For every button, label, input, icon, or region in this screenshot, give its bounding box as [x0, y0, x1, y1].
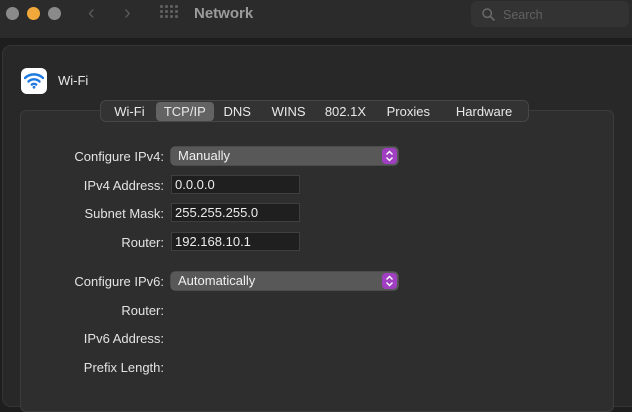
chevron-right-icon: › — [124, 2, 131, 24]
tab-tcp-ip[interactable]: TCP/IP — [155, 102, 214, 121]
subnet-mask-field[interactable]: 255.255.255.0 — [171, 203, 300, 222]
tab-proxies[interactable]: Proxies — [374, 102, 442, 121]
tab-802-1x[interactable]: 802.1X — [317, 102, 375, 121]
ipv4-router-value: 192.168.10.1 — [175, 234, 251, 249]
ipv6-address-label: IPv6 Address: — [83, 331, 164, 346]
tab-bar: Wi-Fi TCP/IP DNS WINS 802.1X Proxies Har… — [100, 100, 529, 122]
ipv4-router-field[interactable]: 192.168.10.1 — [171, 232, 300, 251]
ipv4-address-label: IPv4 Address: — [83, 178, 164, 193]
minimize-window-button[interactable] — [27, 7, 40, 20]
close-window-button[interactable] — [6, 7, 19, 20]
prefix-length-label: Prefix Length: — [83, 360, 164, 375]
up-down-chevron-icon — [382, 273, 397, 289]
configure-ipv4-value: Manually — [178, 148, 231, 163]
configure-ipv4-popup[interactable]: Manually — [171, 147, 398, 165]
title-bar: ‹ › Network — [0, 0, 632, 38]
show-all-grid-icon[interactable] — [160, 5, 178, 21]
search-field[interactable] — [471, 1, 629, 27]
subnet-mask-label: Subnet Mask: — [84, 206, 165, 221]
ipv4-router-label: Router: — [121, 235, 164, 250]
configure-ipv4-label: Configure IPv4: — [74, 149, 164, 164]
up-down-chevron-icon — [382, 148, 397, 164]
forward-button[interactable]: › — [124, 3, 131, 23]
search-input[interactable] — [501, 5, 625, 25]
configure-ipv6-value: Automatically — [178, 273, 256, 288]
wifi-service-icon — [21, 68, 47, 94]
service-name: Wi-Fi — [58, 73, 89, 88]
wifi-icon — [24, 73, 44, 89]
tab-hardware[interactable]: Hardware — [442, 102, 526, 121]
tab-dns[interactable]: DNS — [214, 102, 261, 121]
ipv6-router-label: Router: — [121, 303, 164, 318]
back-button[interactable]: ‹ — [88, 3, 95, 23]
subnet-mask-value: 255.255.255.0 — [175, 205, 259, 220]
tab-wins[interactable]: WINS — [261, 102, 317, 121]
ipv4-address-field[interactable]: 0.0.0.0 — [171, 175, 300, 194]
zoom-window-button[interactable] — [48, 7, 61, 20]
tab-wifi[interactable]: Wi-Fi — [103, 102, 156, 121]
search-icon — [482, 8, 495, 21]
ipv4-address-value: 0.0.0.0 — [175, 177, 215, 192]
configure-ipv6-popup[interactable]: Automatically — [171, 272, 398, 290]
window-title: Network — [194, 5, 254, 22]
chevron-left-icon: ‹ — [88, 2, 95, 24]
configure-ipv6-label: Configure IPv6: — [74, 274, 164, 289]
